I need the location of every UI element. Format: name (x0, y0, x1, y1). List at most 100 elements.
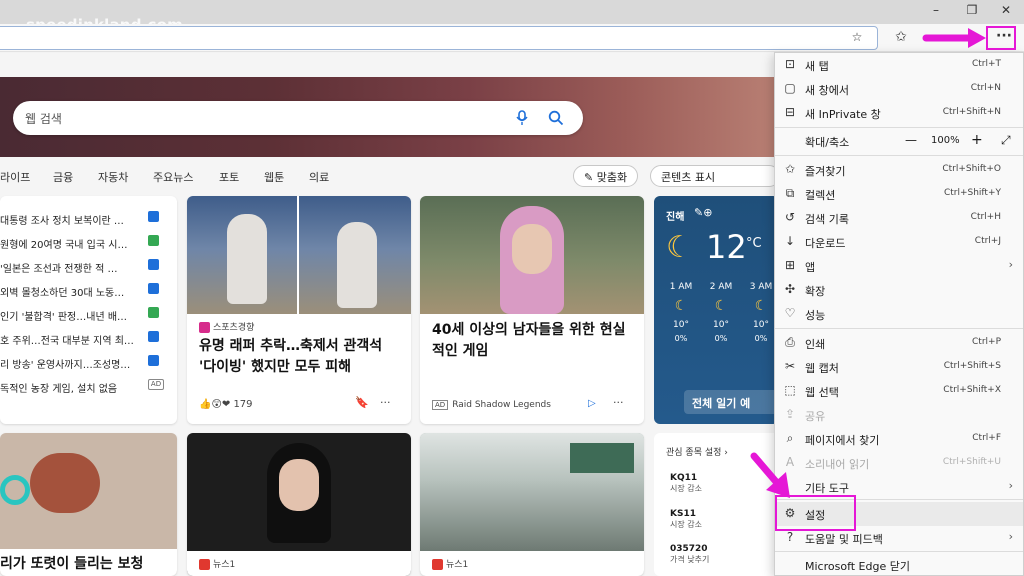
help-icon: ? (786, 530, 794, 544)
source-logo-icon (432, 559, 443, 570)
stock-item[interactable]: 035720 가격 낮추기 (670, 544, 709, 565)
moon-icon: ☾ (674, 298, 688, 314)
stock-item[interactable]: KS11 시장 감소 (670, 509, 702, 530)
address-bar[interactable]: ☆ (0, 26, 878, 50)
menu-item-shortcut: Ctrl+T (971, 59, 1001, 69)
list-item[interactable]: 리 방송' 운영사까지…조성명… (0, 350, 175, 374)
microphone-icon[interactable] (516, 110, 528, 126)
stock-item[interactable]: KQ11 시장 감소 (670, 473, 702, 494)
menu-item-label: 성능 (805, 309, 826, 322)
nav-item-photo[interactable]: 포토 (219, 169, 239, 185)
list-item[interactable]: 인기 '불합격' 판정…내년 배… (0, 302, 175, 326)
news-card-classroom[interactable]: 뉴스1 (420, 433, 644, 576)
source-badge-icon (148, 331, 159, 342)
forecast-rain: 0% (754, 334, 768, 343)
minimize-button[interactable]: – (926, 3, 946, 17)
favorites-icon[interactable]: ✩ (891, 29, 911, 45)
news-headline: 유명 래퍼 추락…축제서 관객석 '다이빙' 했지만 모두 피해 (199, 338, 383, 375)
content-display-button[interactable]: 콘텐츠 표시 (650, 165, 780, 187)
menu-item-extensions[interactable]: ✣ 확장 (775, 278, 1023, 302)
full-forecast-button[interactable]: 전체 일기 예 (684, 390, 779, 414)
reactions[interactable]: 👍😲❤ 179 (199, 399, 253, 410)
menu-item-web-capture[interactable]: ✂ 웹 캡처 Ctrl+Shift+S (775, 355, 1023, 379)
moon-icon: ☾ (714, 298, 728, 314)
menu-item-shortcut: Ctrl+Shift+X (943, 385, 1001, 395)
menu-item-label: 새 InPrivate 창 (805, 108, 881, 121)
web-search-box[interactable]: 웹 검색 (13, 101, 583, 135)
menu-divider (775, 551, 1023, 552)
menu-item-label: Microsoft Edge 닫기 (805, 560, 910, 573)
news-source: 뉴스1 (199, 557, 235, 570)
extensions-icon: ✣ (784, 282, 796, 296)
ad-card-game[interactable]: 40세 이상의 남자들을 위한 현실적인 게임 AD Raid Shadow Le… (420, 196, 644, 424)
menu-item-performance[interactable]: ♡ 성능 (775, 302, 1023, 326)
menu-item-label: 새 창에서 (805, 84, 849, 97)
list-item[interactable]: 호 주위…전국 대부분 지역 최… (0, 326, 175, 350)
find-icon: ⌕ (786, 431, 794, 445)
nav-item-webtoon[interactable]: 웹툰 (264, 169, 284, 185)
menu-item-inprivate[interactable]: ⊟ 새 InPrivate 창 Ctrl+Shift+N (775, 101, 1023, 125)
advertiser-name: Raid Shadow Legends (452, 400, 551, 410)
bookmark-icon[interactable]: 🔖 (355, 396, 369, 409)
list-item[interactable]: 대통령 조사 정치 보복이란 … (0, 206, 175, 230)
zoom-in-button[interactable]: + (971, 132, 983, 148)
more-options-icon[interactable]: ··· (613, 396, 624, 409)
menu-item-share[interactable]: ⇪ 공유 (775, 403, 1023, 427)
stock-status: 가격 낮추기 (670, 555, 710, 564)
menu-item-read-aloud[interactable]: A 소리내어 읽기 Ctrl+Shift+U (775, 451, 1023, 475)
ad-badge: AD (432, 400, 449, 410)
restore-button[interactable]: ❐ (962, 3, 982, 17)
menu-item-web-select[interactable]: ⬚ 웹 선택 Ctrl+Shift+X (775, 379, 1023, 403)
menu-item-label: 기타 도구 (805, 482, 849, 495)
menu-item-new-window[interactable]: ▢ 새 창에서 Ctrl+N (775, 77, 1023, 101)
list-item[interactable]: 외벽 몰청소하던 30대 노동… (0, 278, 175, 302)
nav-item-top-news[interactable]: 주요뉴스 (153, 169, 193, 185)
menu-item-find-on-page[interactable]: ⌕ 페이지에서 찾기 Ctrl+F (775, 427, 1023, 451)
list-item[interactable]: 원형에 20여명 국내 입국 시… (0, 230, 175, 254)
forecast-rain: 0% (674, 334, 688, 343)
zoom-out-button[interactable]: — (905, 133, 917, 147)
search-placeholder: 웹 검색 (25, 112, 62, 126)
fullscreen-icon[interactable]: ⤢ (1001, 133, 1011, 148)
more-options-icon[interactable]: ··· (380, 396, 391, 409)
menu-item-downloads[interactable]: ↓ 다운로드 Ctrl+J (775, 230, 1023, 254)
forecast-time: 2 AM (709, 282, 733, 292)
menu-item-label: 페이지에서 찾기 (805, 434, 880, 447)
nav-item-finance[interactable]: 금융 (53, 169, 73, 185)
menu-item-favorites[interactable]: ✩ 즐겨찾기 Ctrl+Shift+O (775, 158, 1023, 182)
search-icon[interactable] (548, 110, 564, 126)
forecast-time: 3 AM (749, 282, 773, 292)
decor-ring (0, 475, 30, 505)
menu-divider (775, 328, 1023, 329)
news-headline: 대통령 조사 정치 보복이란 … (0, 216, 124, 227)
news-card-hearing-aid[interactable]: 리가 또렷이 들리는 보청 (0, 433, 177, 576)
list-item[interactable]: '일본은 조선과 전쟁한 적 … (0, 254, 175, 278)
add-favorite-icon[interactable]: ☆ (847, 30, 867, 44)
menu-item-print[interactable]: ⎙ 인쇄 Ctrl+P (775, 331, 1023, 355)
news-card-rapper[interactable]: 스포츠경향 유명 래퍼 추락…축제서 관객석 '다이빙' 했지만 모두 피해 👍… (187, 196, 411, 424)
nav-item-life[interactable]: 라이프 (0, 169, 30, 185)
download-icon: ↓ (784, 234, 796, 248)
menu-item-apps[interactable]: ⊞ 앱 › (775, 254, 1023, 278)
share-icon: ⇪ (784, 407, 796, 421)
list-item[interactable]: 독적인 농장 게임, 설치 없음 AD (0, 374, 175, 398)
news-card-actress[interactable]: 뉴스1 (187, 433, 411, 576)
forecast-time: 1 AM (669, 282, 693, 292)
weather-card[interactable]: 진해 ✎⊕ ☾ 12 °C 1 AM ☾ 10° 0% 2 AM ☾ 10° 0… (654, 196, 779, 424)
menu-item-close-edge[interactable]: Microsoft Edge 닫기 (775, 553, 1023, 576)
menu-item-label: 확장 (805, 285, 826, 298)
menu-item-new-tab[interactable]: ⊡ 새 탭 Ctrl+T (775, 53, 1023, 77)
news-headline: 인기 '불합격' 판정…내년 배… (0, 312, 128, 323)
nav-item-autos[interactable]: 자동차 (98, 169, 128, 185)
arrow-down-right-icon (750, 452, 790, 498)
nav-item-medical[interactable]: 의료 (309, 169, 329, 185)
favorites-star-icon: ✩ (784, 162, 796, 176)
personalize-button[interactable]: ✎ 맞춤화 (573, 165, 639, 187)
menu-item-collections[interactable]: ⧉ 컬렉션 Ctrl+Shift+Y (775, 182, 1023, 206)
source-logo-icon (199, 559, 210, 570)
adchoices-icon[interactable]: ▷ (588, 398, 596, 409)
menu-item-label: 인쇄 (805, 338, 826, 351)
source-badge-icon (148, 259, 159, 270)
menu-item-history[interactable]: ↺ 검색 기록 Ctrl+H (775, 206, 1023, 230)
close-window-button[interactable]: ✕ (996, 3, 1016, 17)
